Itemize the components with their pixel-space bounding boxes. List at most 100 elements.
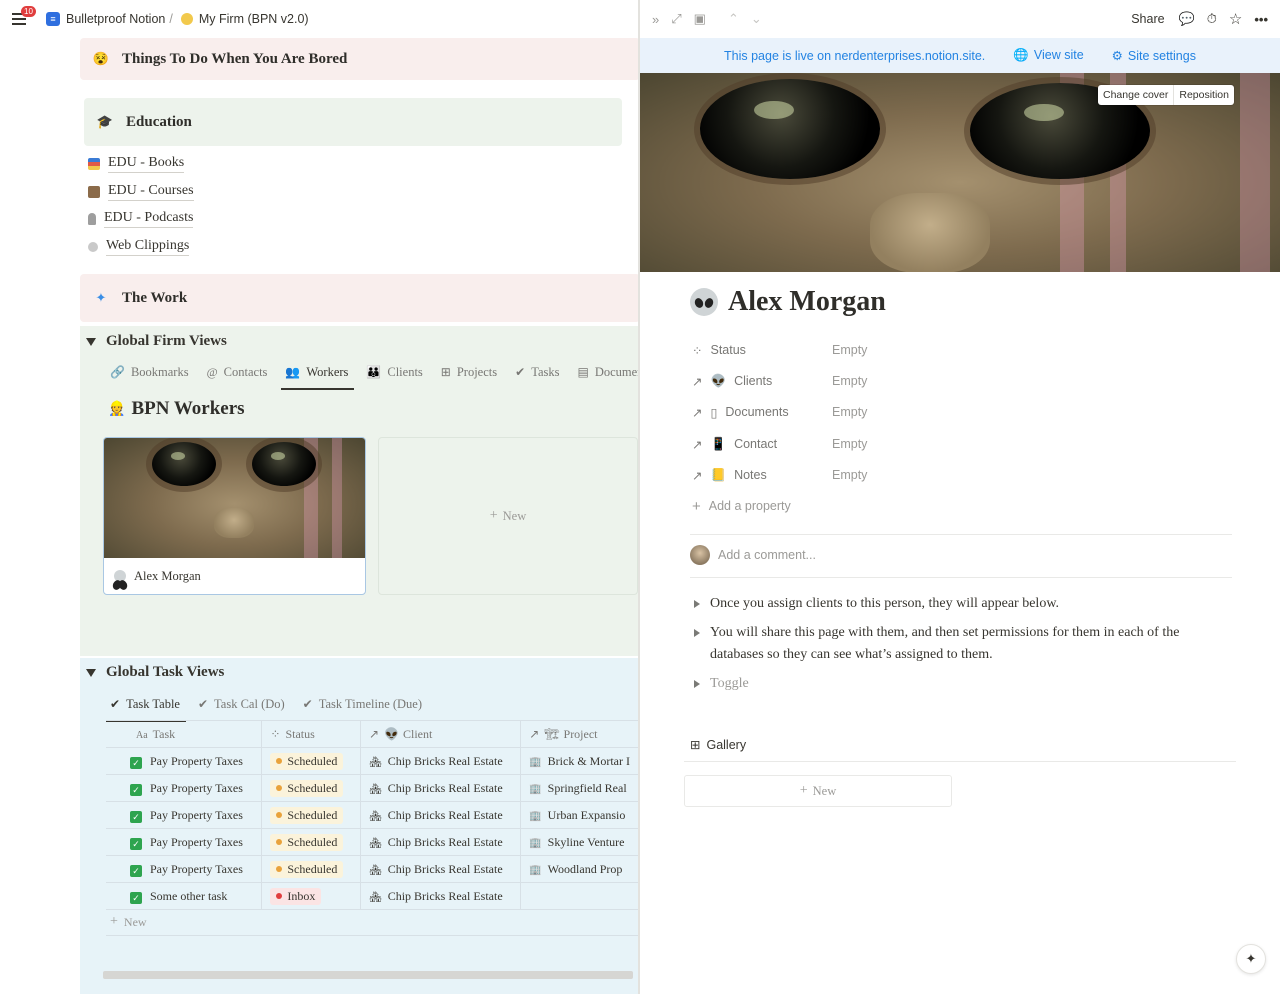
expand-icon[interactable]: ⤢	[671, 11, 681, 27]
project-cell[interactable]: 🏢 Urban Expansio	[520, 801, 638, 829]
project-cell[interactable]: 🏢 Brick & Mortar I	[520, 747, 638, 775]
comment-box[interactable]: Add a comment...	[690, 545, 816, 565]
status-cell[interactable]: Scheduled	[261, 774, 361, 802]
checkbox-checked-icon[interactable]: ✓	[130, 891, 142, 904]
table-row[interactable]: ✓ Pay Property Taxes Scheduled 🏘 Chip Bricks…	[106, 855, 638, 883]
horizontal-scrollbar[interactable]	[103, 971, 633, 979]
status-cell[interactable]: Scheduled	[261, 828, 361, 856]
more-options-icon[interactable]: •••	[1254, 12, 1268, 27]
link-edu-books[interactable]: EDU - Books	[88, 155, 185, 173]
add-property-button[interactable]: + Add a property	[692, 494, 791, 518]
status-cell[interactable]: Scheduled	[261, 801, 361, 829]
breadcrumb-workspace[interactable]: ≡ Bulletproof Notion	[46, 12, 165, 26]
client-cell[interactable]: 🏘 Chip Bricks Real Estate	[359, 882, 521, 910]
alien-icon[interactable]	[690, 288, 718, 316]
sidebar-menu-icon[interactable]: 10	[12, 6, 36, 26]
callout-the-work[interactable]: ✦ The Work	[80, 274, 638, 322]
toggle-arrow-icon[interactable]	[694, 600, 700, 608]
toggle-block-2[interactable]: You will share this page with them, and …	[694, 622, 1234, 666]
link-edu-podcasts[interactable]: EDU - Podcasts	[88, 210, 194, 228]
side-peek-icon[interactable]: ▣	[694, 11, 706, 27]
tab-task-timeline[interactable]: ✔ Task Timeline (Due)	[303, 691, 422, 717]
property-clients[interactable]: ↗ 👽 Clients Empty	[692, 369, 867, 393]
database-title[interactable]: 👷 BPN Workers	[108, 398, 245, 420]
tab-tasks[interactable]: ✔ Tasks	[515, 359, 559, 385]
project-cell[interactable]: 🏢 Woodland Prop	[520, 855, 638, 883]
share-button[interactable]: Share	[1131, 12, 1164, 26]
callout-bored[interactable]: 😵 Things To Do When You Are Bored	[80, 38, 638, 80]
toggle-block-3[interactable]: Toggle	[694, 673, 1234, 695]
firm-views-toggle[interactable]: Global Firm Views	[86, 333, 227, 350]
checkbox-checked-icon[interactable]: ✓	[130, 837, 142, 850]
tab-clients[interactable]: 👪 Clients	[366, 359, 422, 385]
table-row[interactable]: ✓ Pay Property Taxes Scheduled 🏘 Chip Bricks…	[106, 828, 638, 856]
change-cover-button[interactable]: Change cover	[1098, 85, 1173, 105]
comment-icon[interactable]: 💬	[1179, 11, 1195, 27]
property-contact[interactable]: ↗ 📱 Contact Empty	[692, 432, 867, 456]
gallery-view-tab[interactable]: ⊞ Gallery	[690, 737, 746, 753]
client-cell[interactable]: 🏘 Chip Bricks Real Estate	[359, 855, 521, 883]
reposition-button[interactable]: Reposition	[1173, 85, 1234, 105]
checkbox-checked-icon[interactable]: ✓	[130, 864, 142, 877]
new-card-button[interactable]: + New	[378, 437, 638, 595]
view-site-link[interactable]: 🌐 View site	[1013, 48, 1083, 63]
callout-education[interactable]: 🎓 Education	[84, 98, 622, 146]
chevron-up-icon[interactable]: ⌃	[728, 11, 739, 27]
worker-card[interactable]: Alex Morgan	[103, 437, 366, 595]
task-cell[interactable]: ✓ Pay Property Taxes	[106, 855, 262, 883]
checkbox-checked-icon[interactable]: ✓	[130, 810, 142, 823]
tab-workers[interactable]: 👥 Workers	[281, 359, 355, 390]
column-client[interactable]: ↗ 👽 Client	[359, 720, 521, 748]
column-task[interactable]: Aa Task	[106, 720, 262, 748]
tab-projects[interactable]: ⊞ Projects	[441, 359, 497, 385]
add-task-row[interactable]: + New	[106, 909, 638, 936]
checkbox-checked-icon[interactable]: ✓	[130, 756, 142, 769]
link-edu-courses[interactable]: EDU - Courses	[88, 183, 194, 201]
gallery-new-button[interactable]: + New	[684, 775, 952, 807]
project-cell[interactable]: 🏢 Skyline Venture	[520, 828, 638, 856]
status-cell[interactable]: Scheduled	[261, 747, 361, 775]
link-web-clippings[interactable]: Web Clippings	[88, 238, 190, 256]
table-row[interactable]: ✓ Pay Property Taxes Scheduled 🏘 Chip Bricks…	[106, 747, 638, 775]
property-documents[interactable]: ↗ ▯ Documents Empty	[692, 400, 867, 424]
project-cell[interactable]	[520, 882, 638, 910]
breadcrumb-page[interactable]: My Firm (BPN v2.0)	[180, 12, 309, 26]
toggle-arrow-icon[interactable]	[694, 629, 700, 637]
property-notes[interactable]: ↗ 📒 Notes Empty	[692, 463, 867, 487]
property-status[interactable]: ⁘ Status Empty	[692, 338, 867, 362]
tab-documents[interactable]: ▤Documents	[577, 359, 638, 385]
task-cell[interactable]: ✓ Pay Property Taxes	[106, 774, 262, 802]
client-cell[interactable]: 🏘 Chip Bricks Real Estate	[359, 747, 521, 775]
column-status[interactable]: ⁘ Status	[261, 720, 361, 748]
tab-task-cal[interactable]: ✔ Task Cal (Do)	[198, 691, 285, 717]
table-row[interactable]: ✓ Pay Property Taxes Scheduled 🏘 Chip Bricks…	[106, 774, 638, 802]
client-cell[interactable]: 🏘 Chip Bricks Real Estate	[359, 828, 521, 856]
column-project[interactable]: ↗ 🏗 Project	[520, 720, 638, 748]
check-circle-icon: ✔	[515, 364, 526, 379]
page-title[interactable]: Alex Morgan	[690, 286, 886, 318]
tab-bookmarks[interactable]: 🔗 Bookmarks	[110, 359, 189, 385]
checkbox-checked-icon[interactable]: ✓	[130, 783, 142, 796]
status-cell[interactable]: Scheduled	[261, 855, 361, 883]
toggle-block-1[interactable]: Once you assign clients to this person, …	[694, 593, 1234, 615]
client-cell[interactable]: 🏘 Chip Bricks Real Estate	[359, 801, 521, 829]
close-peek-icon[interactable]: »	[652, 12, 659, 27]
ai-assistant-button[interactable]: ✦	[1236, 944, 1266, 974]
task-cell[interactable]: ✓ Pay Property Taxes	[106, 801, 262, 829]
task-cell[interactable]: ✓ Some other task	[106, 882, 262, 910]
chevron-down-icon[interactable]: ⌄	[751, 11, 762, 27]
table-row[interactable]: ✓ Pay Property Taxes Scheduled 🏘 Chip Bricks…	[106, 801, 638, 829]
toggle-arrow-icon[interactable]	[694, 680, 700, 688]
task-cell[interactable]: ✓ Pay Property Taxes	[106, 828, 262, 856]
table-row[interactable]: ✓ Some other task Inbox 🏘 Chip Bricks Real E…	[106, 882, 638, 910]
tab-task-table[interactable]: ✔ Task Table	[106, 691, 186, 722]
history-clock-icon[interactable]: ⏱	[1207, 11, 1217, 27]
project-cell[interactable]: 🏢 Springfield Real	[520, 774, 638, 802]
favorite-star-icon[interactable]: ☆	[1229, 10, 1242, 28]
task-cell[interactable]: ✓ Pay Property Taxes	[106, 747, 262, 775]
site-settings-link[interactable]: ⚙ Site settings	[1112, 48, 1196, 63]
status-cell[interactable]: Inbox	[261, 882, 361, 910]
client-cell[interactable]: 🏘 Chip Bricks Real Estate	[359, 774, 521, 802]
task-views-toggle[interactable]: Global Task Views	[86, 664, 224, 681]
tab-contacts[interactable]: @ Contacts	[207, 359, 268, 385]
